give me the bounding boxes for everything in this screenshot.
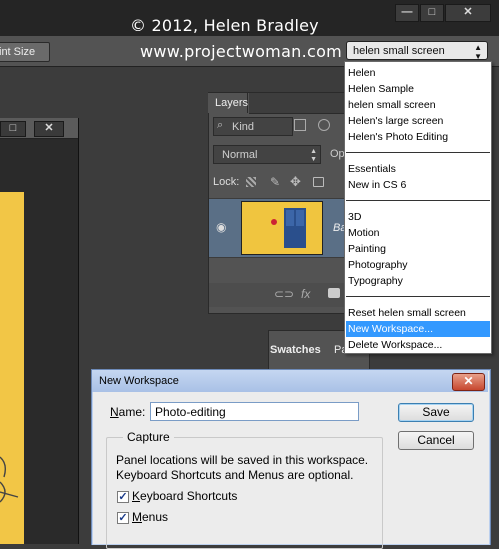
fx-icon[interactable]: fx	[301, 287, 310, 301]
thumbnail-door-icon	[271, 208, 306, 248]
canvas-sketch-icon	[0, 456, 19, 503]
capture-group-label: Capture	[123, 430, 174, 444]
document-close-button[interactable]: ✕	[34, 121, 64, 137]
website-watermark: www.projectwoman.com	[140, 42, 343, 61]
lock-position-icon[interactable]: ✥	[290, 174, 301, 190]
minimize-button[interactable]: —	[395, 4, 419, 22]
tab-layers[interactable]: Layers	[208, 93, 248, 113]
close-button[interactable]: ✕	[445, 4, 491, 22]
menu-item-helens-large-screen[interactable]: Helen's large screen	[346, 113, 490, 129]
workspace-name-input[interactable]	[150, 402, 359, 421]
image-filter-icon[interactable]	[294, 119, 306, 131]
menu-separator	[346, 296, 490, 297]
link-layers-icon[interactable]: ⊂⊃	[274, 287, 294, 301]
maximize-button[interactable]: □	[420, 4, 444, 22]
menu-item-helen-sample[interactable]: Helen Sample	[346, 81, 490, 97]
kind-label: Kind	[232, 121, 255, 133]
menu-item-helen[interactable]: Helen	[346, 65, 490, 81]
keyboard-shortcuts-label[interactable]: Keyboard Shortcuts	[132, 489, 237, 503]
menu-separator	[346, 152, 490, 153]
lock-label: Lock:	[213, 176, 240, 188]
workspace-select-value: helen small screen	[353, 45, 445, 57]
document-canvas-image	[0, 192, 24, 544]
blend-mode-value: Normal	[222, 149, 258, 161]
menu-separator	[346, 200, 490, 201]
visibility-eye-icon[interactable]: ◉	[216, 220, 226, 234]
menu-item-painting[interactable]: Painting	[346, 241, 490, 257]
menu-item-3d[interactable]: 3D	[346, 209, 490, 225]
copyright-watermark: © 2012, Helen Bradley	[130, 16, 319, 35]
lock-transparency-icon[interactable]	[246, 177, 256, 187]
layer-thumbnail	[241, 201, 323, 255]
checkmark-icon: ✓	[118, 512, 128, 524]
adjustment-filter-icon[interactable]	[318, 119, 330, 131]
select-arrows-icon: ▲ ▼	[474, 43, 482, 61]
menus-checkbox[interactable]: ✓	[117, 512, 129, 524]
save-button[interactable]: Save	[398, 403, 474, 422]
blend-mode-select[interactable]: Normal ▲ ▼	[213, 145, 321, 164]
menu-item-motion[interactable]: Motion	[346, 225, 490, 241]
opacity-label: Op	[330, 148, 345, 160]
menu-item-helen-small-screen[interactable]: helen small screen	[346, 97, 490, 113]
add-mask-icon[interactable]	[328, 288, 340, 298]
dialog-close-button[interactable]: ✕	[452, 373, 485, 391]
keyboard-shortcuts-checkbox[interactable]: ✓	[117, 491, 129, 503]
menu-item-essentials[interactable]: Essentials	[346, 161, 490, 177]
capture-info-line2: Keyboard Shortcuts and Menus are optiona…	[116, 468, 354, 482]
name-label: Name:	[110, 405, 146, 419]
menu-item-helens-photo-editing[interactable]: Helen's Photo Editing	[346, 129, 490, 145]
capture-info-line1: Panel locations will be saved in this wo…	[116, 453, 369, 467]
menu-item-new-in-cs6[interactable]: New in CS 6	[346, 177, 490, 193]
workspace-select[interactable]: helen small screen ▲ ▼	[346, 41, 488, 61]
menu-item-typography[interactable]: Typography	[346, 273, 490, 289]
layers-panel-header	[249, 93, 354, 114]
menus-label[interactable]: Menus	[132, 510, 168, 524]
checkmark-icon: ✓	[118, 491, 128, 503]
lock-all-icon[interactable]	[313, 177, 324, 187]
tab-swatches[interactable]: Swatches	[270, 344, 321, 356]
cancel-button[interactable]: Cancel	[398, 431, 474, 450]
menu-item-reset-workspace[interactable]: Reset helen small screen	[346, 305, 490, 321]
search-icon: ⌕	[217, 119, 224, 131]
lock-pixels-icon[interactable]: ✎	[270, 175, 280, 189]
dialog-title: New Workspace	[92, 370, 488, 392]
workspace-menu: Helen Helen Sample helen small screen He…	[344, 61, 492, 354]
menu-item-new-workspace[interactable]: New Workspace...	[346, 321, 490, 337]
print-size-button[interactable]: int Size	[0, 42, 50, 62]
layer-kind-filter[interactable]: Kind	[213, 117, 293, 136]
select-arrows-icon: ▲ ▼	[310, 148, 317, 163]
document-maximize-button[interactable]: □	[0, 121, 26, 137]
menu-item-photography[interactable]: Photography	[346, 257, 490, 273]
menu-item-delete-workspace[interactable]: Delete Workspace...	[346, 337, 490, 353]
